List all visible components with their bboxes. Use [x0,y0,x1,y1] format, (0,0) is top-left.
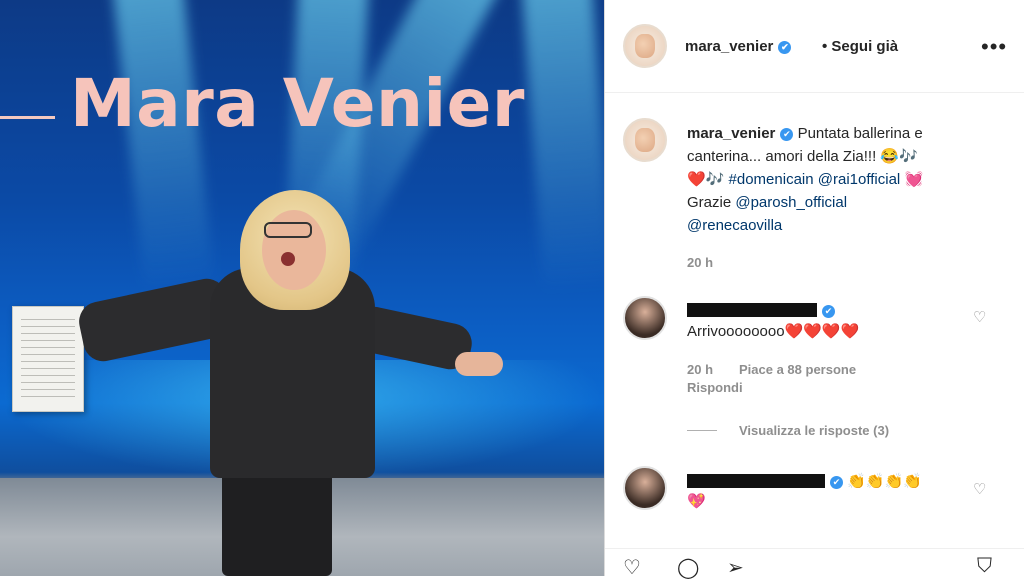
stage-light-beam [520,0,604,292]
reply-button[interactable]: Rispondi [687,380,743,395]
view-replies-button[interactable]: Visualizza le risposte (3) [687,423,889,438]
caption: mara_venier ✔ Puntata ballerina e canteri… [687,122,999,274]
post-header: mara_venier ✔ • Segui già ••• [605,0,1024,93]
caption-username[interactable]: mara_venier [687,125,775,142]
redacted-username [687,303,817,317]
like-heart-icon[interactable]: ♡ [623,555,641,580]
stage-light-beam [110,0,215,292]
redacted-username [687,474,825,488]
action-bar: ♡ ◯ ➢ ⛉ [605,548,1024,580]
mention-link[interactable]: @renecaovilla [687,217,782,234]
like-comment-heart-icon[interactable]: ♡ [973,480,986,498]
share-icon[interactable]: ➢ [727,555,744,580]
verified-icon: ✔ [778,41,792,54]
comment-icon[interactable]: ◯ [677,555,699,580]
comment-text: Arrivoooooooo❤️❤️❤️❤️ [687,323,860,340]
commenter-avatar[interactable] [623,466,667,510]
commenter-avatar[interactable] [623,296,667,340]
comment-text: 💖 [687,493,706,510]
mention-link[interactable]: @parosh_official [735,194,847,211]
comment-username[interactable]: ✔ 👏👏👏👏 [687,472,922,490]
header-username[interactable]: mara_venier ✔ [685,38,792,55]
hashtag-link[interactable]: #domenicain [729,171,814,188]
caption-emoji: ❤️🎶 [687,171,725,188]
mouth [281,252,295,266]
post-side-panel: mara_venier ✔ • Segui già ••• mara_venier… [604,0,1024,580]
verified-icon: ✔ [822,305,835,318]
comment-time: 20 h [687,362,714,377]
comment-username[interactable]: ✔ [687,302,835,319]
more-icon[interactable]: ••• [981,34,1007,60]
mention-link[interactable]: @rai1official [818,171,901,188]
follow-status[interactable]: • Segui già [822,38,898,55]
verified-icon: ✔ [830,476,843,489]
caption-avatar[interactable] [623,118,667,162]
clipboard [12,306,84,412]
verified-icon: ✔ [780,128,794,141]
avatar[interactable] [623,24,667,68]
comment-inline-emoji: 👏👏👏👏 [847,473,922,490]
person-hand [455,352,503,376]
glasses [264,222,312,238]
show-logo: Mara Venier [70,65,525,142]
like-comment-heart-icon[interactable]: ♡ [973,308,986,326]
logo-line [0,116,55,119]
caption-emoji: 💓 [904,171,924,188]
caption-time: 20 h [687,255,714,270]
caption-text: Grazie [687,194,732,211]
comment-likes[interactable]: Piace a 88 persone [739,362,856,377]
save-bookmark-icon[interactable]: ⛉ [977,555,992,578]
post-photo[interactable]: Mara Venier [0,0,604,576]
